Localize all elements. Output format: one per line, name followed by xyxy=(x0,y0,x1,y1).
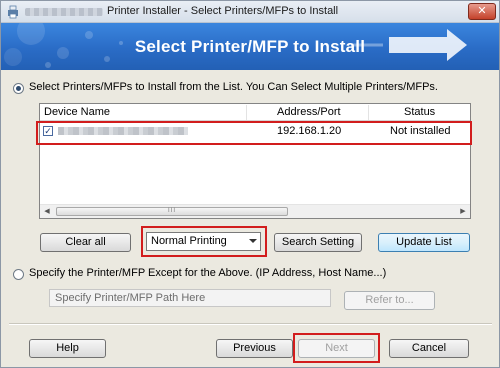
specify-other-label[interactable]: Specify the Printer/MFP Except for the A… xyxy=(29,267,386,279)
help-button[interactable]: Help xyxy=(29,339,106,358)
printing-mode-value: Normal Printing xyxy=(151,235,227,247)
printer-app-icon xyxy=(8,5,18,19)
scroll-thumb[interactable]: III xyxy=(56,207,288,216)
footer-divider xyxy=(9,323,492,325)
close-button[interactable]: ✕ xyxy=(468,3,496,20)
horizontal-scrollbar[interactable]: ◀ III ▶ xyxy=(40,204,470,218)
row-checkbox[interactable]: ✓ xyxy=(43,126,53,136)
column-separator xyxy=(246,105,247,120)
row-status: Not installed xyxy=(390,125,451,137)
chevron-down-icon[interactable] xyxy=(249,239,257,243)
refer-to-button[interactable]: Refer to... xyxy=(344,291,435,310)
scroll-right-icon[interactable]: ▶ xyxy=(456,205,470,218)
list-header: Device Name Address/Port Status xyxy=(40,104,470,121)
next-button[interactable]: Next xyxy=(298,339,375,358)
scroll-left-icon[interactable]: ◀ xyxy=(40,205,54,218)
select-from-list-radio[interactable] xyxy=(13,83,24,94)
banner-heading: Select Printer/MFP to Install xyxy=(134,37,366,56)
printer-installer-window: Printer Installer - Select Printers/MFPs… xyxy=(0,0,500,368)
column-separator xyxy=(368,105,369,120)
header-banner: Select Printer/MFP to Install xyxy=(1,23,499,70)
row-address: 192.168.1.20 xyxy=(277,125,342,137)
column-device-name[interactable]: Device Name xyxy=(44,106,110,118)
previous-button[interactable]: Previous xyxy=(216,339,293,358)
title-blurred-text xyxy=(25,8,103,16)
printer-list[interactable]: Device Name Address/Port Status ✓ 192.16… xyxy=(39,103,471,219)
clear-all-button[interactable]: Clear all xyxy=(40,233,131,252)
window-title: Printer Installer - Select Printers/MFPs… xyxy=(107,5,339,17)
title-bar[interactable]: Printer Installer - Select Printers/MFPs… xyxy=(1,1,499,23)
device-name-blurred xyxy=(58,127,188,135)
printing-mode-select[interactable]: Normal Printing xyxy=(146,232,261,251)
select-from-list-label[interactable]: Select Printers/MFPs to Install from the… xyxy=(29,81,438,93)
update-list-button[interactable]: Update List xyxy=(378,233,470,252)
specify-other-radio[interactable] xyxy=(13,269,24,280)
cancel-button[interactable]: Cancel xyxy=(389,339,469,358)
column-address-port[interactable]: Address/Port xyxy=(277,106,341,118)
printer-path-field[interactable]: Specify Printer/MFP Path Here xyxy=(49,289,331,307)
column-status[interactable]: Status xyxy=(404,106,435,118)
search-setting-button[interactable]: Search Setting xyxy=(274,233,362,252)
table-row[interactable]: ✓ 192.168.1.20 Not installed xyxy=(40,122,470,139)
